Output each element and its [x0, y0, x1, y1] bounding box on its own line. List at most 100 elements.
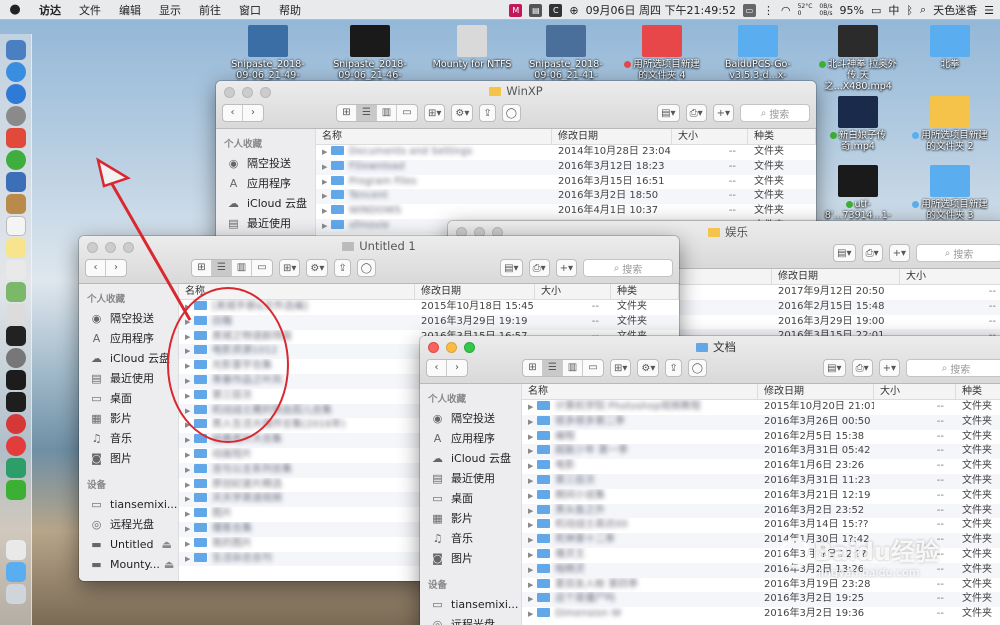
disclosure-triangle-icon[interactable]: ▶: [528, 533, 537, 548]
disclosure-triangle-icon[interactable]: ▶: [185, 300, 194, 315]
disclosure-triangle-icon[interactable]: ▶: [185, 478, 194, 493]
group-by-button[interactable]: ⊞▾: [610, 359, 632, 377]
desktop-folder-icon[interactable]: 用所选项目新建的文件夹 3: [910, 165, 990, 221]
apple-menu-icon[interactable]: ●: [0, 2, 30, 17]
disclosure-triangle-icon[interactable]: ▶: [322, 160, 331, 175]
table-row[interactable]: ▶ 第三层次 2016年3月31日 11:23 -- 文件夹: [522, 473, 1000, 489]
column-view-icon[interactable]: ▥: [563, 360, 583, 376]
add-button[interactable]: +▾: [712, 104, 734, 122]
icon-view-icon[interactable]: ⊞: [192, 260, 212, 276]
gallery-view-icon[interactable]: ▭: [397, 105, 417, 121]
disclosure-triangle-icon[interactable]: ▶: [528, 400, 537, 415]
disclosure-triangle-icon[interactable]: ▶: [185, 552, 194, 567]
preview-dock-icon[interactable]: [6, 172, 26, 192]
disclosure-triangle-icon[interactable]: ▶: [528, 430, 537, 445]
column-name[interactable]: 名称: [316, 129, 552, 144]
menu-go[interactable]: 前往: [190, 2, 230, 18]
sidebar-item-applications[interactable]: A 应用程序: [420, 428, 521, 448]
sidebar-item-mounty[interactable]: ▬ Mounty... ⏏: [79, 554, 178, 574]
action-gear-button[interactable]: ⚙▾: [637, 359, 660, 377]
icon-view-icon[interactable]: ⊞: [523, 360, 543, 376]
notification-center-icon[interactable]: ☰: [984, 4, 994, 17]
vivaldi-dock-icon[interactable]: [6, 414, 26, 434]
sidebar-item-recents[interactable]: ▤ 最近使用: [420, 468, 521, 488]
battery-icon[interactable]: ▭: [871, 4, 881, 17]
stickies-dock-icon[interactable]: [6, 238, 26, 258]
disclosure-triangle-icon[interactable]: ▶: [185, 448, 194, 463]
action-gear-button[interactable]: ⚙▾: [306, 259, 329, 277]
column-date[interactable]: 修改日期: [772, 269, 900, 284]
sidebar-item-desktop[interactable]: ▭ 桌面: [79, 388, 178, 408]
search-field[interactable]: ⌕ 搜索: [916, 244, 1000, 262]
menu-finder[interactable]: 访达: [30, 2, 70, 18]
disclosure-triangle-icon[interactable]: ▶: [322, 175, 331, 190]
sidebar-item-icloud[interactable]: ☁ iCloud 云盘: [79, 348, 178, 368]
disclosure-triangle-icon[interactable]: ▶: [528, 592, 537, 607]
menu-help[interactable]: 帮助: [270, 2, 310, 18]
search-field[interactable]: ⌕ 搜索: [906, 359, 1000, 377]
display-status-icon[interactable]: ▭: [742, 3, 756, 17]
column-date[interactable]: 修改日期: [758, 384, 874, 399]
view-mode-selector[interactable]: ⊞ ☰ ▥ ▭: [522, 359, 604, 377]
list-view-icon[interactable]: ☰: [212, 260, 232, 276]
back-icon[interactable]: ‹: [427, 360, 447, 376]
temperature-readout[interactable]: 52°C 0: [798, 3, 813, 17]
column-kind[interactable]: 种类: [956, 384, 1000, 399]
disclosure-triangle-icon[interactable]: ▶: [185, 537, 194, 552]
sidebar-item-movies[interactable]: ▦ 影片: [420, 508, 521, 528]
table-row[interactable]: ▶ 机动战士高达00 2016年3月14日 15:?? -- 文件夹: [522, 518, 1000, 533]
terminal-dock-icon[interactable]: [6, 326, 26, 346]
back-forward-buttons[interactable]: ‹ ›: [85, 259, 127, 277]
app-red-dock-icon[interactable]: [6, 128, 26, 148]
finder-dock-icon[interactable]: [6, 40, 26, 60]
activity-monitor-dock-icon[interactable]: [6, 370, 26, 390]
app-grey-dock-icon[interactable]: [6, 304, 26, 324]
disclosure-triangle-icon[interactable]: ▶: [185, 492, 194, 507]
system-preferences-dock-icon[interactable]: [6, 348, 26, 368]
sidebar-item-pictures[interactable]: ◙ 图片: [79, 448, 178, 468]
new-doc-button[interactable]: ▤▾: [657, 104, 680, 122]
disclosure-triangle-icon[interactable]: ▶: [185, 418, 194, 433]
print-button[interactable]: ⎙▾: [851, 359, 873, 377]
list-view-icon[interactable]: ☰: [357, 105, 377, 121]
menu-view[interactable]: 显示: [150, 2, 190, 18]
print-button[interactable]: ⎙▾: [528, 259, 550, 277]
disclosure-triangle-icon[interactable]: ▶: [528, 504, 537, 519]
new-doc-button[interactable]: ▤▾: [823, 359, 846, 377]
disclosure-triangle-icon[interactable]: ▶: [185, 463, 194, 478]
table-row[interactable]: ▶ 期间小说集 2016年3月21日 12:19 -- 文件夹: [522, 489, 1000, 504]
sidebar-item-remote-disc[interactable]: ◎ 远程光盘: [420, 614, 521, 625]
tag-button[interactable]: ◯: [687, 359, 707, 377]
column-name[interactable]: 名称: [522, 384, 758, 399]
sidebar-item-music[interactable]: ♫ 音乐: [420, 528, 521, 548]
table-row[interactable]: ▶ 超能少年 第一季 2016年3月31日 05:42 -- 文件夹: [522, 444, 1000, 460]
app-status-icon[interactable]: M: [509, 3, 523, 17]
desktop-file-icon[interactable]: Mounty for NTFS: [432, 25, 512, 70]
icon-view-icon[interactable]: ⊞: [337, 105, 357, 121]
extension-status-icon[interactable]: ⋮: [763, 4, 774, 17]
safari-dock-icon[interactable]: [6, 84, 26, 104]
column-size[interactable]: 大小: [672, 129, 748, 144]
menu-window[interactable]: 窗口: [230, 2, 270, 18]
table-row[interactable]: ▶ Dimension W 2016年3月2日 19:36 -- 文件夹: [522, 607, 1000, 622]
sidebar-item-recents[interactable]: ▤ 最近使用: [216, 213, 315, 233]
disclosure-triangle-icon[interactable]: ▶: [185, 330, 194, 345]
forward-icon[interactable]: ›: [243, 105, 263, 121]
disclosure-triangle-icon[interactable]: ▶: [528, 474, 537, 489]
clipboard-status-icon[interactable]: ▤: [529, 3, 543, 17]
column-size[interactable]: 大小: [535, 284, 611, 299]
add-button[interactable]: +▾: [888, 244, 910, 262]
search-field[interactable]: ⌕ 搜索: [583, 259, 673, 277]
disclosure-triangle-icon[interactable]: ▶: [185, 433, 194, 448]
disclosure-triangle-icon[interactable]: ▶: [528, 548, 537, 563]
column-kind[interactable]: 种类: [611, 284, 679, 299]
share-button[interactable]: ⇪: [334, 259, 351, 277]
desktop-folder-icon[interactable]: 用所选项目新建的文件夹 2: [910, 96, 990, 152]
wechat-dock-icon[interactable]: [6, 480, 26, 500]
new-doc-button[interactable]: ▤▾: [500, 259, 523, 277]
table-row[interactable]: ▶ Program Files 2016年3月15日 16:51 -- 文件夹: [316, 175, 816, 190]
disclosure-triangle-icon[interactable]: ▶: [528, 578, 537, 593]
menu-edit[interactable]: 编辑: [110, 2, 150, 18]
action-gear-button[interactable]: ⚙▾: [451, 104, 474, 122]
table-row[interactable]: ▶ 夏目友人帐 第四季 2016年3月19日 23:28 -- 文件夹: [522, 578, 1000, 593]
